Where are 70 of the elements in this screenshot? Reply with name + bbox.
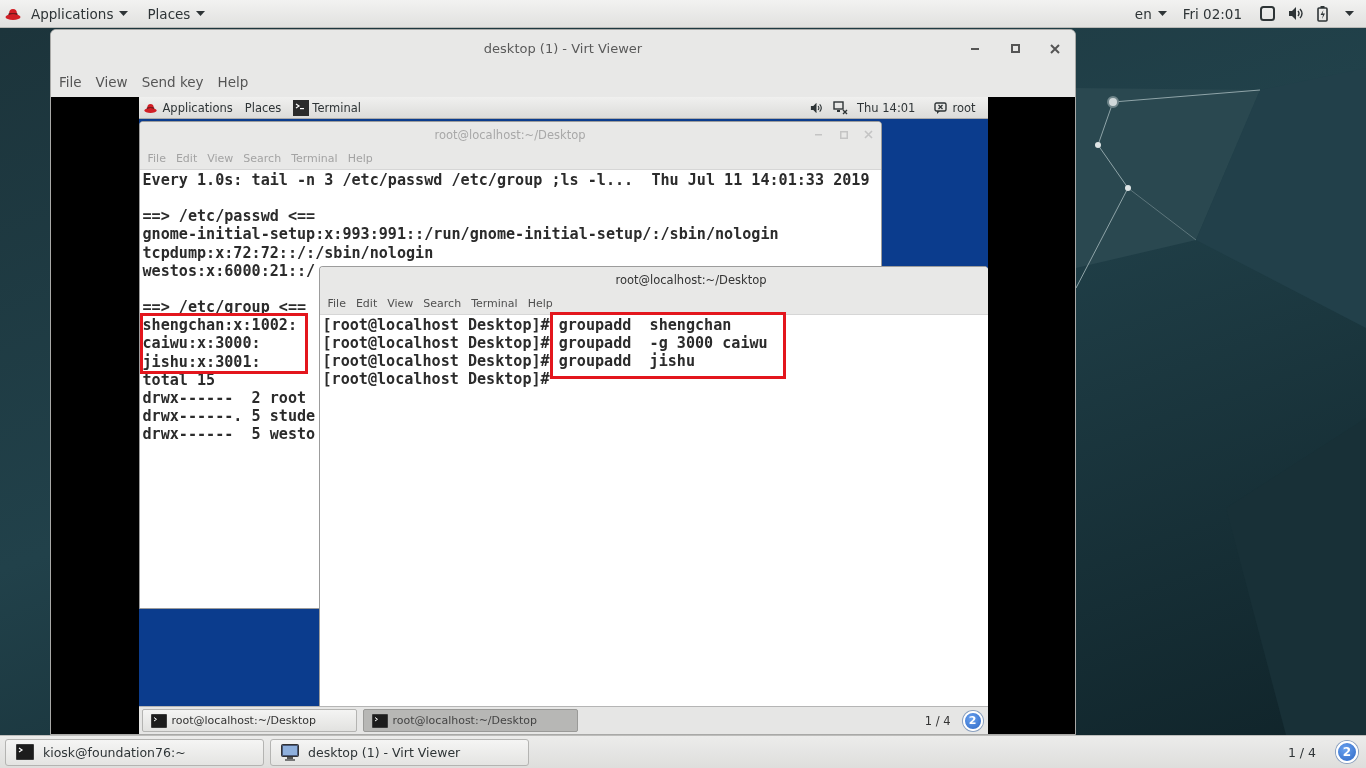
- terminal-line: tcpdump:x:72:72::/:/sbin/nologin: [142, 243, 434, 262]
- taskbar-button[interactable]: root@localhost:~/Desktop: [362, 709, 578, 732]
- caret-icon: [119, 11, 129, 16]
- window-title: root@localhost:~/Desktop: [615, 272, 767, 287]
- taskbar-button[interactable]: kiosk@foundation76:~: [5, 738, 264, 766]
- top-bar-menu[interactable]: Applications: [23, 0, 137, 27]
- speaker-icon[interactable]: [1288, 6, 1304, 21]
- terminal-icon: [16, 744, 34, 760]
- terminal-line: gnome-initial-setup:x:993:991::/run/gnome-initial-setup/:/sbin/nologin: [142, 225, 779, 244]
- window-icon[interactable]: [1260, 6, 1275, 21]
- command-text: groupadd shengchan: [558, 316, 732, 335]
- close-icon: [1050, 43, 1060, 54]
- terminal-icon: [150, 713, 167, 728]
- speaker-icon[interactable]: [810, 101, 824, 114]
- close-icon: [864, 130, 873, 139]
- speech-bubble-icon[interactable]: [934, 101, 948, 114]
- taskbar-button[interactable]: desktop (1) - Virt Viewer: [270, 738, 529, 766]
- clock[interactable]: Fri 02:01: [1182, 5, 1242, 22]
- workspace-indicator[interactable]: 1 / 4: [1287, 744, 1316, 760]
- terminal-line: westos:x:6000:21::/: [142, 261, 316, 280]
- menu-item[interactable]: Terminal: [466, 293, 523, 313]
- monitor-icon[interactable]: [833, 100, 849, 115]
- shell-prompt: [root@localhost Desktop]#: [322, 334, 550, 353]
- menu-item[interactable]: View: [88, 69, 135, 95]
- command-text: groupadd -g 3000 caiwu: [558, 334, 768, 353]
- caret-icon[interactable]: [1345, 11, 1354, 16]
- terminal-line: drwx------ 5 westo: [142, 425, 316, 444]
- menu-item[interactable]: View: [382, 293, 419, 313]
- top-bar-menu[interactable]: Places: [139, 0, 214, 27]
- command-text: groupadd jishu: [558, 352, 695, 371]
- terminal-line: ==> /etc/passwd <==: [142, 207, 316, 226]
- caret-icon: [196, 11, 206, 16]
- maximize-icon: [839, 130, 848, 139]
- menu-item[interactable]: Send key: [134, 69, 211, 95]
- terminal-icon: [293, 99, 310, 116]
- menu-item[interactable]: File: [52, 69, 89, 95]
- terminal-line: jishu:x:3001:: [142, 352, 261, 371]
- monitor-icon: [281, 743, 299, 761]
- window-title: desktop (1) - Virt Viewer: [483, 41, 643, 56]
- window-title: root@localhost:~/Desktop: [434, 127, 586, 142]
- clock[interactable]: Thu 14:01: [857, 100, 916, 115]
- hat-icon[interactable]: [143, 101, 157, 114]
- terminal-line: ==> /etc/group <==: [142, 298, 307, 317]
- terminal-line: caiwu:x:3000:: [142, 334, 261, 353]
- workspace-indicator[interactable]: 1 / 4: [924, 713, 951, 728]
- menu-item[interactable]: Search: [418, 293, 467, 313]
- menu-item[interactable]: Edit: [350, 293, 383, 313]
- shell-prompt: [root@localhost Desktop]#: [322, 316, 550, 335]
- language-menu[interactable]: en: [1126, 0, 1175, 27]
- terminal-line: drwx------. 5 stude: [142, 407, 316, 426]
- top-bar-menu[interactable]: Places: [238, 97, 288, 118]
- app-menu[interactable]: Terminal: [293, 97, 365, 118]
- minimize-icon: [971, 47, 979, 50]
- battery-icon[interactable]: [1317, 5, 1328, 22]
- terminal-line: drwx------ 2 root: [142, 388, 307, 407]
- user-menu[interactable]: root: [952, 100, 976, 115]
- maximize-icon: [1010, 44, 1020, 53]
- menu-item[interactable]: Help: [522, 293, 558, 313]
- taskbar-button[interactable]: root@localhost:~/Desktop: [141, 709, 357, 732]
- terminal-line: shengchan:x:1002:: [142, 316, 297, 335]
- hat-icon[interactable]: [5, 6, 21, 21]
- shell-prompt: [root@localhost Desktop]#: [322, 352, 550, 371]
- watch-header: Every 1.0s: tail -n 3 /etc/passwd /etc/group ;ls -l... Thu Jul 11 14:01:33 2019: [142, 171, 870, 190]
- shell-prompt: [root@localhost Desktop]#: [322, 370, 550, 389]
- minimize-icon: [815, 133, 822, 136]
- menu-item[interactable]: File: [322, 293, 351, 313]
- menu-item[interactable]: Help: [210, 69, 256, 95]
- caret-icon: [1157, 11, 1167, 16]
- terminal-icon: [371, 713, 388, 728]
- top-bar-menu[interactable]: Applications: [156, 97, 239, 118]
